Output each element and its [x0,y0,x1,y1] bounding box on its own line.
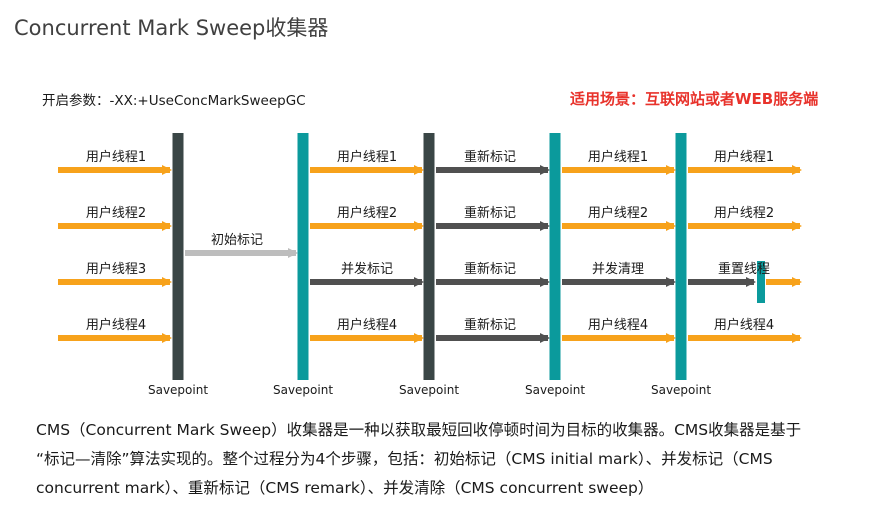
savepoint-bar-2 [297,133,309,380]
cms-description: CMS（Concurrent Mark Sweep）收集器是一种以获取最短回收停… [36,416,836,503]
thread-label-user-run-1-1: 用户线程1 [86,149,146,165]
thread-label-concurrent-sweep-4: 用户线程4 [588,317,648,333]
cms-phase-diagram: 用户线程1用户线程2用户线程3用户线程4初始标记用户线程1用户线程2并发标记用户… [58,133,802,397]
description-line-3: concurrent mark）、重新标记（CMS remark）、并发清除（C… [36,479,654,497]
thread-label-concurrent-mark-3: 并发标记 [341,261,393,277]
savepoint-label-4: Savepoint [525,383,585,397]
thread-label-user-run-1-4: 用户线程4 [86,317,146,333]
thread-label-concurrent-mark-4: 用户线程4 [337,317,397,333]
thread-label-concurrent-sweep-1: 用户线程1 [588,149,648,165]
thread-label-reset-1: 用户线程1 [714,149,774,165]
thread-label-reset-3: 重置线程 [718,261,770,277]
savepoint-label-2: Savepoint [273,383,333,397]
thread-label-concurrent-mark-1: 用户线程1 [337,149,397,165]
thread-label-remark-2: 重新标记 [464,205,516,221]
thread-label-remark-1: 重新标记 [464,149,516,165]
thread-label-concurrent-mark-2: 用户线程2 [337,205,397,221]
description-line-1: CMS（Concurrent Mark Sweep）收集器是一种以获取最短回收停… [36,421,802,439]
thread-label-concurrent-sweep-3: 并发清理 [592,261,644,277]
savepoint-bar-4 [549,133,561,380]
description-line-2: “标记—清除”算法实现的。整个过程分为4个步骤，包括：初始标记（CMS init… [36,450,773,468]
thread-label-reset-4: 用户线程4 [714,317,774,333]
thread-label-reset-2: 用户线程2 [714,205,774,221]
thread-label-concurrent-sweep-2: 用户线程2 [588,205,648,221]
savepoint-label-5: Savepoint [651,383,711,397]
savepoint-bar-5 [675,133,687,380]
thread-label-initial-mark-1: 初始标记 [211,233,263,248]
savepoint-label-1: Savepoint [148,383,208,397]
savepoint-bar-3 [423,133,435,380]
thread-label-remark-4: 重新标记 [464,317,516,333]
thread-label-user-run-1-3: 用户线程3 [86,261,146,277]
thread-label-user-run-1-2: 用户线程2 [86,205,146,221]
savepoint-label-3: Savepoint [399,383,459,397]
thread-label-remark-3: 重新标记 [464,261,516,277]
savepoint-bar-1 [172,133,184,380]
